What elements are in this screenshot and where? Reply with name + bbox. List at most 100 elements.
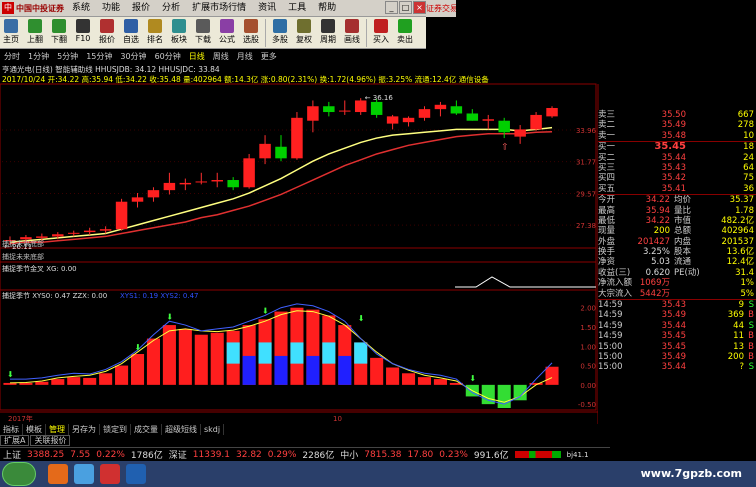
start-button[interactable]	[2, 462, 36, 486]
candle-body[interactable]	[259, 143, 271, 159]
osc-bar	[67, 377, 81, 385]
indicator-tab-6[interactable]: 超级短线	[162, 424, 201, 435]
osc-band	[274, 355, 288, 385]
browser-icon[interactable]	[48, 464, 68, 484]
candle-body[interactable]	[370, 101, 383, 115]
stat-value: 201427	[637, 236, 670, 247]
candle-body[interactable]	[195, 181, 208, 183]
candle-body[interactable]	[275, 146, 287, 159]
candle-body[interactable]	[179, 182, 192, 185]
candle-body[interactable]	[83, 230, 96, 233]
osc-band	[290, 342, 304, 364]
candle-body[interactable]	[386, 116, 399, 124]
indicator-tab-5[interactable]: 成交量	[131, 424, 162, 435]
candle-body[interactable]	[530, 114, 542, 130]
tick-row: 14:59 35.43 9 S	[598, 300, 756, 310]
price-tick: 27.38	[576, 222, 596, 230]
indicator-tab-1[interactable]: 模板	[23, 424, 46, 435]
stat-row: 最低 34.22 市值 482.2亿	[598, 216, 756, 226]
indicator-tab-3[interactable]: 另存为	[69, 424, 100, 435]
candle-body[interactable]	[498, 120, 510, 133]
stat-value: 1%	[740, 278, 755, 289]
candle-body[interactable]	[546, 107, 558, 117]
stock-app-icon[interactable]	[100, 464, 120, 484]
candle-body[interactable]	[307, 106, 319, 121]
candle-body[interactable]	[147, 190, 160, 198]
ie-icon[interactable]	[74, 464, 94, 484]
candle-body[interactable]	[434, 104, 447, 110]
tick-row: 15:00 35.49 200 B	[598, 352, 756, 362]
candle-body[interactable]	[99, 229, 112, 231]
candle-body[interactable]	[163, 182, 176, 191]
candle-body[interactable]	[354, 100, 367, 113]
osc-bar	[178, 328, 192, 385]
candle-body[interactable]	[402, 117, 415, 123]
candle-body[interactable]	[20, 237, 32, 240]
extension-tab-0[interactable]: 扩展A	[0, 435, 30, 446]
candle-body[interactable]	[291, 117, 303, 159]
candle-body[interactable]	[243, 158, 255, 188]
golden-cross-title: 捕捉季节金叉 XG: 0.00	[2, 264, 77, 273]
stat-label: 流通	[674, 257, 692, 268]
candle-body[interactable]	[115, 201, 128, 230]
candle-body[interactable]	[514, 129, 526, 137]
tick-side: B	[748, 331, 754, 342]
chart-frame	[0, 83, 597, 249]
tick-row: 14:59 35.45 11 B	[598, 331, 756, 341]
candle-body[interactable]	[418, 109, 431, 118]
tick-time: 15:00	[598, 341, 623, 352]
tick-side: S	[748, 300, 754, 311]
candle-body[interactable]	[68, 232, 80, 234]
bid-row: 买三 35.43 64	[598, 163, 756, 173]
bid-row: 买四 35.42 75	[598, 173, 756, 183]
quote-volume: 10	[743, 130, 754, 141]
osc-bar	[433, 379, 447, 385]
quote-volume: 278	[737, 120, 754, 131]
candle-body[interactable]	[52, 234, 64, 237]
osc-bar	[417, 377, 432, 385]
quote-label: 买四	[598, 173, 616, 184]
kline-chart[interactable]: 33.9631.7729.5727.38← 36.16← 26.11⇧捕捉未来底…	[0, 0, 600, 424]
indicator-tab-7[interactable]: skdj	[201, 424, 225, 435]
candle-body[interactable]	[450, 106, 463, 114]
candle-body[interactable]	[227, 180, 239, 188]
quote-volume: 24	[743, 152, 754, 163]
stat-value: 5%	[740, 288, 755, 299]
ask-row: 卖三 35.50 667	[598, 110, 756, 120]
stat-row: 外盘 201427 内盘 201537	[598, 237, 756, 247]
candle-body[interactable]	[466, 113, 479, 121]
app-window-icon[interactable]	[126, 464, 146, 484]
extension-tab-1[interactable]: 关联报价	[30, 435, 71, 446]
tick-volume: 11	[733, 331, 744, 342]
candle-body[interactable]	[323, 106, 335, 113]
tick-time: 15:00	[598, 351, 623, 362]
sz-label: 深证	[168, 451, 187, 461]
tick-time: 14:59	[598, 320, 623, 331]
indicator-tab-2[interactable]: 管理	[46, 424, 69, 435]
tick-time: 14:59	[598, 300, 623, 311]
high-marker: ← 36.16	[365, 94, 394, 102]
candle-body[interactable]	[131, 197, 144, 202]
stat-label: 换手	[598, 247, 616, 258]
tick-side: B	[748, 351, 754, 362]
candle-body[interactable]	[36, 236, 48, 238]
candle-body[interactable]	[482, 119, 494, 121]
indicator-tab-0[interactable]: 指标	[0, 424, 23, 435]
stat-value: 13.6亿	[726, 247, 754, 258]
stat-value: 402964	[721, 226, 754, 237]
tick-price: 35.44	[661, 362, 686, 373]
season-more: XYS1: 0.19 XYS2: 0.47	[120, 292, 199, 300]
stat-label: PE(动)	[674, 267, 700, 278]
quote-price: 35.49	[661, 120, 686, 131]
golden-cross-line	[455, 276, 596, 288]
tick-price: 35.45	[661, 341, 686, 352]
candle-body[interactable]	[211, 180, 223, 182]
sh-amount: 1786亿	[130, 451, 163, 461]
candle-body[interactable]	[339, 110, 351, 112]
stat-row: 净流入额 1069万 1%	[598, 278, 756, 288]
sh-label: 上证	[3, 451, 22, 461]
stat-row: 现量 200 总额 402964	[598, 226, 756, 236]
zx-label: 中小	[340, 451, 359, 461]
indicator-tab-4[interactable]: 锁定到	[100, 424, 131, 435]
quote-price: 35.42	[661, 173, 686, 184]
